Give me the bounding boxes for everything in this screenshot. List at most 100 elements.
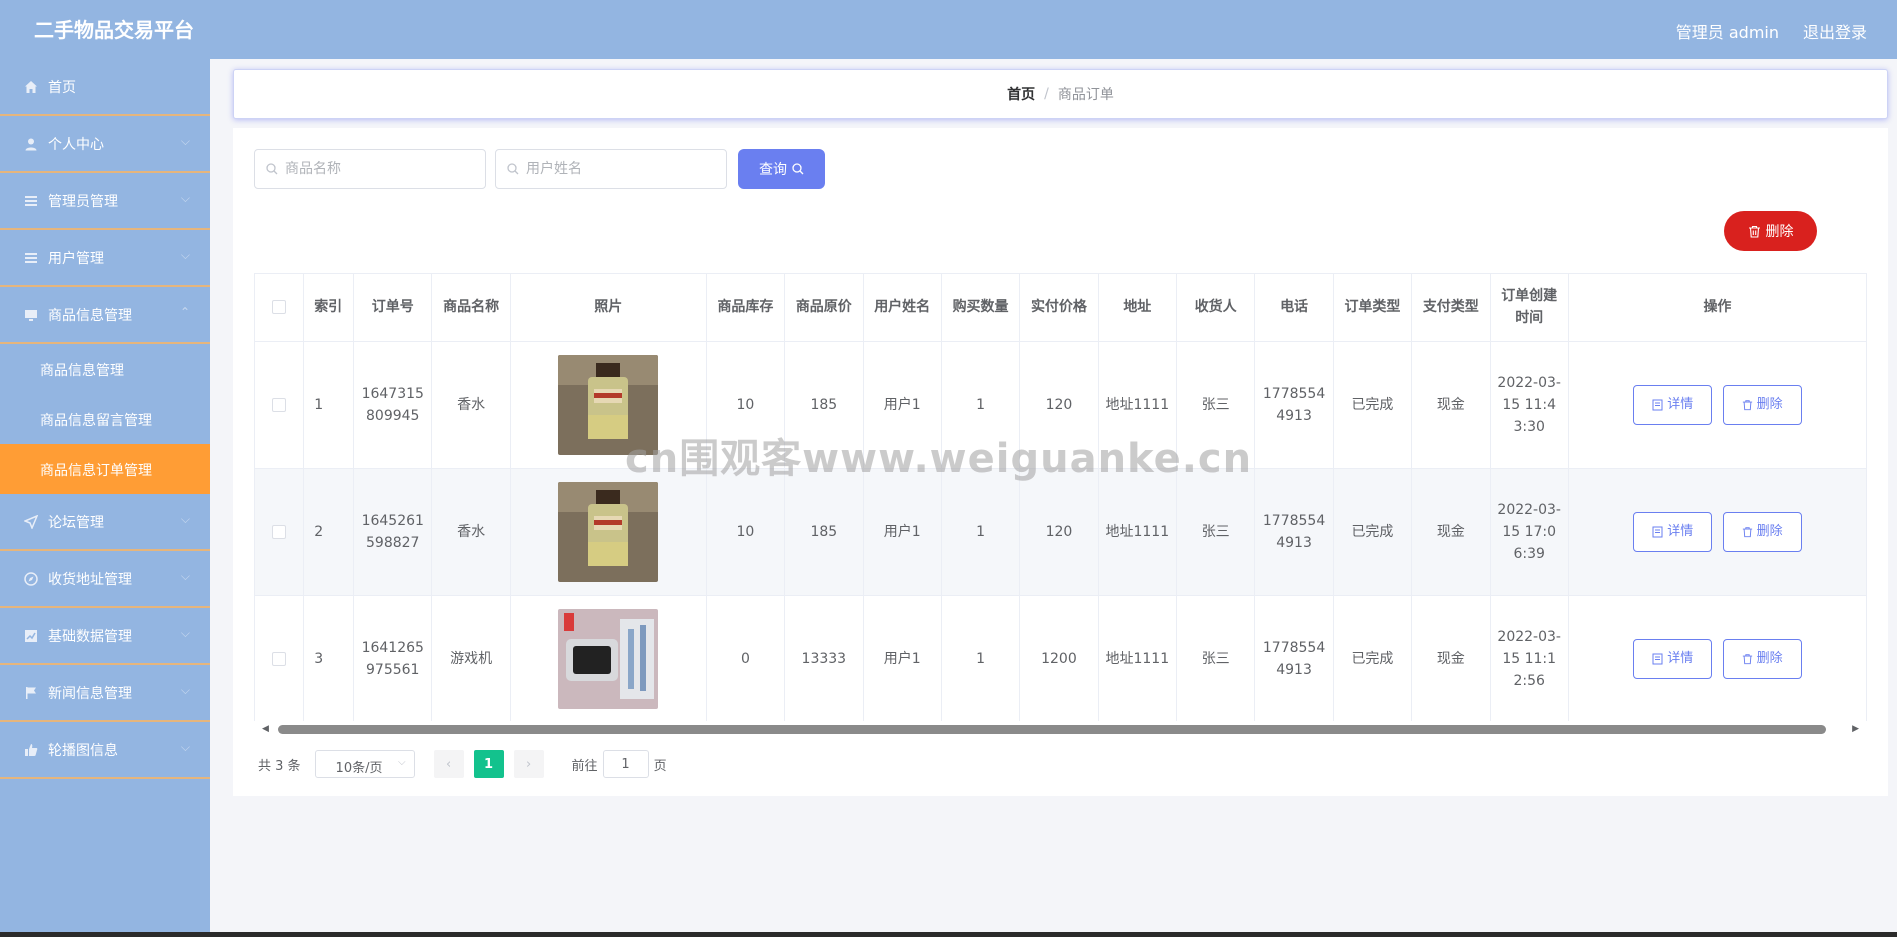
home-icon (23, 79, 39, 95)
sidebar-subitem-product-info[interactable]: 商品信息管理 (0, 344, 210, 394)
goto-prefix: 前往 (571, 758, 598, 774)
search-icon (792, 163, 804, 175)
goto-page-input[interactable] (602, 750, 649, 778)
admin-name: 管理员 admin (1675, 23, 1779, 42)
column-header: 订单类型 (1333, 274, 1413, 342)
cell-index: 3 (303, 595, 355, 723)
cell-stock: 10 (706, 341, 786, 469)
sidebar-item-product-management[interactable]: 商品信息管理 ⌃ (0, 287, 210, 344)
cell-address: 地址1111 (1098, 341, 1178, 469)
product-photo-console[interactable] (558, 608, 659, 709)
cell-qty: 1 (941, 595, 1021, 723)
sidebar-item-forum[interactable]: 论坛管理 ⌵ (0, 494, 210, 551)
product-name-input[interactable] (285, 159, 475, 179)
send-icon (23, 514, 39, 530)
cell-phone: 17785544913 (1254, 341, 1334, 469)
row-checkbox[interactable] (272, 651, 287, 666)
sidebar-item-user-management[interactable]: 用户管理 ⌵ (0, 230, 210, 287)
horizontal-scrollbar[interactable]: ◀ ▶ (254, 721, 1867, 737)
compass-icon (23, 571, 39, 587)
detail-button[interactable]: 详情 (1633, 638, 1713, 679)
breadcrumb-home[interactable]: 首页 (1007, 84, 1035, 104)
sidebar-item-carousel[interactable]: 轮播图信息 ⌵ (0, 722, 210, 779)
cell-created: 2022-03-15 17:06:39 (1490, 468, 1569, 596)
detail-label: 详情 (1667, 523, 1694, 539)
sidebar-item-basic-data[interactable]: 基础数据管理 ⌵ (0, 608, 210, 665)
sidebar-item-home[interactable]: 首页 (0, 59, 210, 116)
column-header: 购买数量 (941, 274, 1021, 342)
cell-order-type: 已完成 (1333, 595, 1413, 723)
user-name-search[interactable] (495, 149, 727, 189)
detail-button[interactable]: 详情 (1633, 384, 1713, 425)
sidebar-item-profile[interactable]: 个人中心 ⌵ (0, 116, 210, 173)
sidebar-item-label: 首页 (48, 80, 76, 96)
orders-table: 索引 订单号 商品名称 照片 商品库存 商品原价 用户姓名 购买数量 实付价格 … (254, 273, 1867, 737)
pagination: 共 3 条 10条/页 ⌵ ‹ 1 › 前往 页 (258, 750, 667, 778)
goto-suffix: 页 (653, 758, 667, 774)
cell-order-no: 1647315809945 (353, 341, 433, 469)
prev-page-button[interactable]: ‹ (433, 750, 464, 778)
scroll-left-icon[interactable]: ◀ (262, 724, 269, 734)
chevron-down-icon: ⌵ (180, 626, 190, 640)
chevron-down-icon: ⌵ (180, 683, 190, 697)
sidebar-subitem-label: 商品信息订单管理 (40, 463, 152, 479)
query-button[interactable]: 查询 (738, 149, 825, 189)
cell-created: 2022-03-15 11:43:30 (1490, 341, 1569, 469)
cell-qty: 1 (941, 341, 1021, 469)
detail-label: 详情 (1667, 396, 1694, 412)
row-checkbox[interactable] (272, 397, 287, 412)
logout-link[interactable]: 退出登录 (1803, 19, 1867, 43)
sidebar-item-label: 新闻信息管理 (48, 686, 132, 702)
product-photo-perfume[interactable] (558, 354, 659, 455)
sidebar-item-news[interactable]: 新闻信息管理 ⌵ (0, 665, 210, 722)
sidebar-item-admin-management[interactable]: 管理员管理 ⌵ (0, 173, 210, 230)
page-size-select[interactable]: 10条/页 ⌵ (314, 750, 415, 778)
row-select-cell (255, 341, 305, 469)
column-header: 地址 (1098, 274, 1178, 342)
user-name-input[interactable] (526, 159, 716, 179)
row-delete-label: 删除 (1756, 650, 1783, 666)
row-delete-button[interactable]: 删除 (1722, 384, 1802, 425)
search-icon (507, 163, 519, 175)
next-page-button[interactable]: › (513, 750, 544, 778)
select-all-checkbox[interactable] (272, 300, 287, 315)
select-all-cell (255, 274, 305, 342)
row-delete-button[interactable]: 删除 (1722, 638, 1802, 679)
user-icon (23, 136, 39, 152)
taskbar-strip (0, 932, 1897, 937)
batch-delete-button[interactable]: 删除 (1724, 211, 1817, 251)
product-photo-perfume[interactable] (558, 481, 659, 582)
top-bar: 二手物品交易平台 管理员 admin 退出登录 (0, 0, 1897, 59)
cell-index: 2 (303, 468, 355, 596)
column-header: 用户姓名 (863, 274, 942, 342)
page-number-button[interactable]: 1 (473, 750, 504, 778)
product-name-search[interactable] (254, 149, 486, 189)
row-checkbox[interactable] (272, 524, 287, 539)
sidebar-item-label: 论坛管理 (48, 515, 104, 531)
sidebar-subitem-product-orders[interactable]: 商品信息订单管理 (0, 444, 210, 494)
chevron-down-icon: ⌵ (180, 740, 190, 754)
scrollbar-thumb[interactable] (278, 725, 1826, 734)
menu-icon (23, 193, 39, 209)
chart-icon (23, 628, 39, 644)
sidebar-item-label: 商品信息管理 (48, 308, 132, 324)
chevron-up-icon: ⌃ (179, 305, 190, 319)
row-delete-label: 删除 (1756, 396, 1783, 412)
cell-stock: 10 (706, 468, 786, 596)
sidebar-subitem-product-comments[interactable]: 商品信息留言管理 (0, 394, 210, 444)
sidebar: 首页 个人中心 ⌵ 管理员管理 ⌵ 用户管理 ⌵ 商品信息管理 ⌃ 商品信息管理… (0, 59, 210, 932)
scroll-right-icon[interactable]: ▶ (1852, 724, 1859, 734)
table-header-row: 索引 订单号 商品名称 照片 商品库存 商品原价 用户姓名 购买数量 实付价格 … (255, 274, 1866, 342)
cell-product: 香水 (431, 341, 511, 469)
sidebar-item-address[interactable]: 收货地址管理 ⌵ (0, 551, 210, 608)
sidebar-subitem-label: 商品信息留言管理 (40, 413, 152, 429)
trash-icon (1742, 399, 1752, 410)
row-delete-button[interactable]: 删除 (1722, 511, 1802, 552)
detail-button[interactable]: 详情 (1633, 511, 1713, 552)
chevron-down-icon: ⌵ (397, 757, 406, 768)
sidebar-item-label: 用户管理 (48, 251, 104, 267)
column-header: 照片 (510, 274, 707, 342)
breadcrumb-separator: / (1044, 86, 1049, 102)
column-header: 商品原价 (784, 274, 864, 342)
total-count: 共 3 条 (258, 758, 301, 774)
